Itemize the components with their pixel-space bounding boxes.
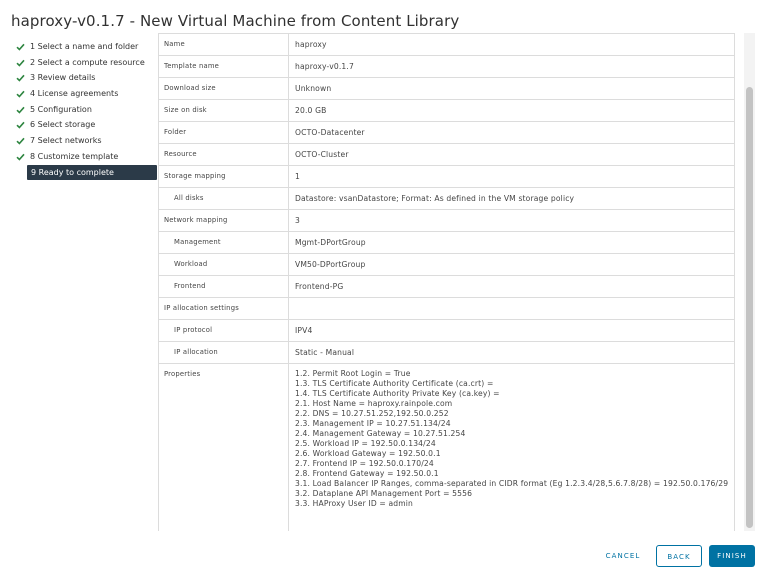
property-line: 2.7. Frontend IP = 192.50.0.170/24 — [295, 459, 434, 468]
check-icon — [14, 88, 26, 100]
table-row: Workload VM50-DPortGroup — [158, 253, 735, 276]
check-icon — [14, 135, 26, 147]
table-row: Template name haproxy-v0.1.7 — [158, 55, 735, 78]
property-line: 2.4. Management Gateway = 10.27.51.254 — [295, 429, 466, 438]
property-line: 1.2. Permit Root Login = True — [295, 369, 411, 378]
row-value: Unknown — [288, 77, 735, 100]
property-line: 1.3. TLS Certificate Authority Certifica… — [295, 379, 494, 388]
table-row: Download size Unknown — [158, 77, 735, 100]
property-line: 2.1. Host Name = haproxy.rainpole.com — [295, 399, 453, 408]
row-value: Frontend-PG — [288, 275, 735, 298]
review-panel: Name haproxy Template name haproxy-v0.1.… — [158, 33, 755, 531]
wizard-step-8[interactable]: 8 Customize template — [14, 149, 154, 165]
table-row: IP allocation settings — [158, 297, 735, 320]
property-line: 1.4. TLS Certificate Authority Private K… — [295, 389, 500, 398]
wizard-steps: 1 Select a name and folder 2 Select a co… — [14, 39, 157, 181]
check-icon — [14, 151, 26, 163]
row-key: Network mapping — [158, 209, 289, 232]
row-value: IPV4 — [288, 319, 735, 342]
row-value: OCTO-Datacenter — [288, 121, 735, 144]
row-key: Folder — [158, 121, 289, 144]
wizard-step-5[interactable]: 5 Configuration — [14, 102, 154, 118]
row-key: Resource — [158, 143, 289, 166]
property-line: 2.8. Frontend Gateway = 192.50.0.1 — [295, 469, 439, 478]
row-key: Storage mapping — [158, 165, 289, 188]
table-row: IP allocation Static - Manual — [158, 341, 735, 364]
table-row: IP protocol IPV4 — [158, 319, 735, 342]
row-value: VM50-DPortGroup — [288, 253, 735, 276]
row-value — [288, 297, 735, 320]
property-line: 3.1. Load Balancer IP Ranges, comma-sepa… — [295, 479, 729, 488]
row-value: Mgmt-DPortGroup — [288, 231, 735, 254]
table-row: Management Mgmt-DPortGroup — [158, 231, 735, 254]
table-row: Resource OCTO-Cluster — [158, 143, 735, 166]
check-icon — [14, 119, 26, 131]
table-row: Name haproxy — [158, 33, 735, 56]
wizard-step-4[interactable]: 4 License agreements — [14, 86, 154, 102]
row-key: Workload — [158, 253, 289, 276]
dialog-title: haproxy-v0.1.7 - New Virtual Machine fro… — [11, 12, 460, 30]
check-icon — [14, 104, 26, 116]
wizard-step-label: 1 Select a name and folder — [30, 42, 139, 51]
table-row: Size on disk 20.0 GB — [158, 99, 735, 122]
table-row: Folder OCTO-Datacenter — [158, 121, 735, 144]
row-value: haproxy — [288, 33, 735, 56]
check-icon — [14, 41, 26, 53]
row-key: All disks — [158, 187, 289, 210]
row-value: Static - Manual — [288, 341, 735, 364]
scrollbar-thumb[interactable] — [746, 87, 753, 528]
wizard-step-label: 2 Select a compute resource — [30, 57, 145, 67]
table-row: Network mapping 3 — [158, 209, 735, 232]
row-value: Datastore: vsanDatastore; Format: As def… — [288, 187, 735, 210]
property-line: 2.3. Management IP = 10.27.51.134/24 — [295, 419, 451, 428]
property-line: 3.2. Dataplane API Management Port = 555… — [295, 489, 473, 498]
table-row: All disks Datastore: vsanDatastore; Form… — [158, 187, 735, 210]
row-value: 1 — [288, 165, 735, 188]
check-icon — [14, 57, 26, 69]
check-icon — [14, 72, 26, 84]
vertical-scrollbar[interactable] — [744, 33, 755, 531]
table-row: Frontend Frontend-PG — [158, 275, 735, 298]
back-button[interactable]: BACK — [656, 545, 702, 567]
row-key: Download size — [158, 77, 289, 100]
row-value: haproxy-v0.1.7 — [288, 55, 735, 78]
row-key: Size on disk — [158, 99, 289, 122]
row-key: Management — [158, 231, 289, 254]
row-key: Template name — [158, 55, 289, 78]
wizard-step-label: 5 Configuration — [30, 104, 92, 114]
row-value: 20.0 GB — [288, 99, 735, 122]
row-key: Properties — [158, 363, 289, 531]
row-key: IP allocation settings — [158, 297, 289, 320]
wizard-step-7[interactable]: 7 Select networks — [14, 133, 154, 149]
finish-button[interactable]: FINISH — [709, 545, 755, 567]
wizard-step-label: 6 Select storage — [30, 120, 96, 130]
wizard-step-label: 8 Customize template — [30, 151, 119, 161]
wizard-step-1[interactable]: 1 Select a name and folder — [14, 39, 154, 55]
review-table: Name haproxy Template name haproxy-v0.1.… — [158, 33, 735, 531]
row-key: IP protocol — [158, 319, 289, 342]
wizard-step-label: 4 License agreements — [30, 89, 119, 99]
wizard-step-label: 7 Select networks — [30, 136, 102, 146]
row-value: 3 — [288, 209, 735, 232]
wizard-step-3[interactable]: 3 Review details — [14, 70, 154, 86]
row-key: Name — [158, 33, 289, 56]
wizard-step-label: 9 Ready to complete — [31, 167, 114, 177]
wizard-step-6[interactable]: 6 Select storage — [14, 117, 154, 133]
property-line: 2.5. Workload IP = 192.50.0.134/24 — [295, 439, 436, 448]
row-key: Frontend — [158, 275, 289, 298]
property-line: 2.2. DNS = 10.27.51.252,192.50.0.252 — [295, 409, 449, 418]
properties-value: 1.2. Permit Root Login = True 1.3. TLS C… — [288, 363, 735, 531]
cancel-button[interactable]: CANCEL — [596, 545, 650, 567]
wizard-step-9-active[interactable]: 9 Ready to complete — [27, 164, 157, 181]
property-line: 2.6. Workload Gateway = 192.50.0.1 — [295, 449, 441, 458]
property-line: 3.3. HAProxy User ID = admin — [295, 499, 414, 508]
wizard-step-label: 3 Review details — [30, 73, 96, 83]
wizard-step-2[interactable]: 2 Select a compute resource — [14, 55, 154, 71]
row-key: IP allocation — [158, 341, 289, 364]
row-value: OCTO-Cluster — [288, 143, 735, 166]
table-row-properties: Properties 1.2. Permit Root Login = True… — [158, 363, 735, 531]
table-row: Storage mapping 1 — [158, 165, 735, 188]
